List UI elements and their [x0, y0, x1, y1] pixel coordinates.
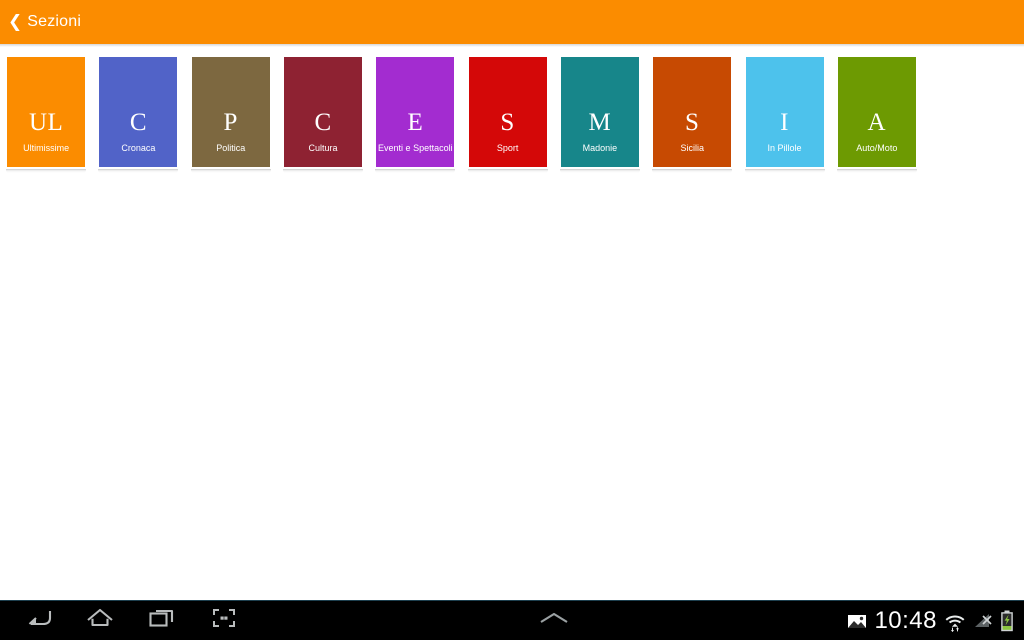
section-card[interactable]: S Sport [468, 57, 547, 167]
section-card[interactable]: I In Pillole [745, 57, 824, 167]
section-card-initial: E [407, 108, 424, 136]
back-chevron-icon[interactable]: ❮ [4, 13, 26, 31]
section-card[interactable]: C Cultura [284, 57, 363, 167]
section-card-initial: S [500, 108, 515, 136]
section-card-initial: A [867, 108, 887, 136]
section-card-label: Ultimissime [23, 143, 70, 153]
app-header: ❮ Sezioni [0, 0, 1024, 47]
battery-charging-icon [1000, 610, 1014, 632]
nav-recents-button[interactable] [142, 602, 182, 640]
section-card[interactable]: UL Ultimissime [7, 57, 86, 167]
section-card-slot: E Eventi e Spettacoli [369, 47, 461, 173]
section-card-label: In Pillole [767, 143, 802, 153]
section-card-label: Sicilia [680, 143, 704, 153]
section-card-slot: C Cronaca [92, 47, 184, 173]
status-icons[interactable]: 10:48 [847, 606, 1024, 634]
home-icon [85, 606, 115, 635]
image-icon [847, 612, 867, 630]
chevron-up-icon [533, 608, 575, 633]
section-card-initial: M [588, 108, 612, 136]
section-card-shadow [559, 169, 640, 173]
sections-grid: UL Ultimissime C Cronaca P Politica C Cultura E E… [0, 47, 1024, 173]
section-card-slot: M Madonie [554, 47, 646, 173]
back-button[interactable]: ❮ Sezioni [4, 13, 81, 31]
section-card-initial: UL [28, 108, 64, 136]
section-card-shadow [652, 169, 733, 173]
section-card-initial: C [129, 108, 148, 136]
section-card-shadow [467, 169, 548, 173]
section-card[interactable]: M Madonie [560, 57, 639, 167]
section-card-initial: P [223, 108, 238, 136]
signal-muted-icon [973, 612, 993, 630]
recent-apps-icon [147, 606, 177, 635]
section-card-label: Madonie [582, 143, 618, 153]
section-card-initial: S [685, 108, 700, 136]
section-card-shadow [190, 169, 271, 173]
section-card[interactable]: A Auto/Moto [837, 57, 916, 167]
section-card-slot: I In Pillole [738, 47, 830, 173]
section-card-shadow [283, 169, 364, 173]
section-card-label: Cultura [308, 143, 338, 153]
section-card-slot: C Cultura [277, 47, 369, 173]
section-card-shadow [98, 169, 179, 173]
section-card-slot: A Auto/Moto [831, 47, 923, 173]
section-card-initial: C [314, 108, 332, 136]
section-card-label: Sport [496, 143, 519, 153]
status-clock: 10:48 [874, 606, 937, 634]
wifi-transfer-icon [944, 610, 966, 632]
section-card-slot: UL Ultimissime [0, 47, 92, 173]
section-card-label: Politica [216, 143, 246, 153]
android-system-bar: 10:48 [0, 600, 1024, 640]
section-card[interactable]: E Eventi e Spettacoli [376, 57, 455, 167]
section-card-slot: S Sport [461, 47, 553, 173]
section-card-label: Eventi e Spettacoli [378, 143, 453, 153]
back-button-label[interactable]: Sezioni [26, 13, 81, 31]
section-card-shadow [744, 169, 825, 173]
section-card-label: Cronaca [121, 143, 156, 153]
section-card-slot: P Politica [185, 47, 277, 173]
screenshot-icon [209, 606, 239, 635]
section-card-label: Auto/Moto [856, 143, 898, 153]
section-card[interactable]: S Sicilia [653, 57, 732, 167]
section-card-shadow [836, 169, 917, 173]
section-card-shadow [375, 169, 456, 173]
section-card-initial: I [780, 108, 789, 136]
nav-handle[interactable] [260, 608, 847, 633]
section-card-shadow [6, 169, 87, 173]
nav-home-button[interactable] [80, 602, 120, 640]
navigation-buttons [0, 602, 260, 640]
section-card[interactable]: C Cronaca [99, 57, 178, 167]
section-card[interactable]: P Politica [191, 57, 270, 167]
nav-screenshot-button[interactable] [204, 602, 244, 640]
back-arrow-icon [23, 606, 53, 635]
section-card-slot: S Sicilia [646, 47, 738, 173]
nav-back-button[interactable] [18, 602, 58, 640]
